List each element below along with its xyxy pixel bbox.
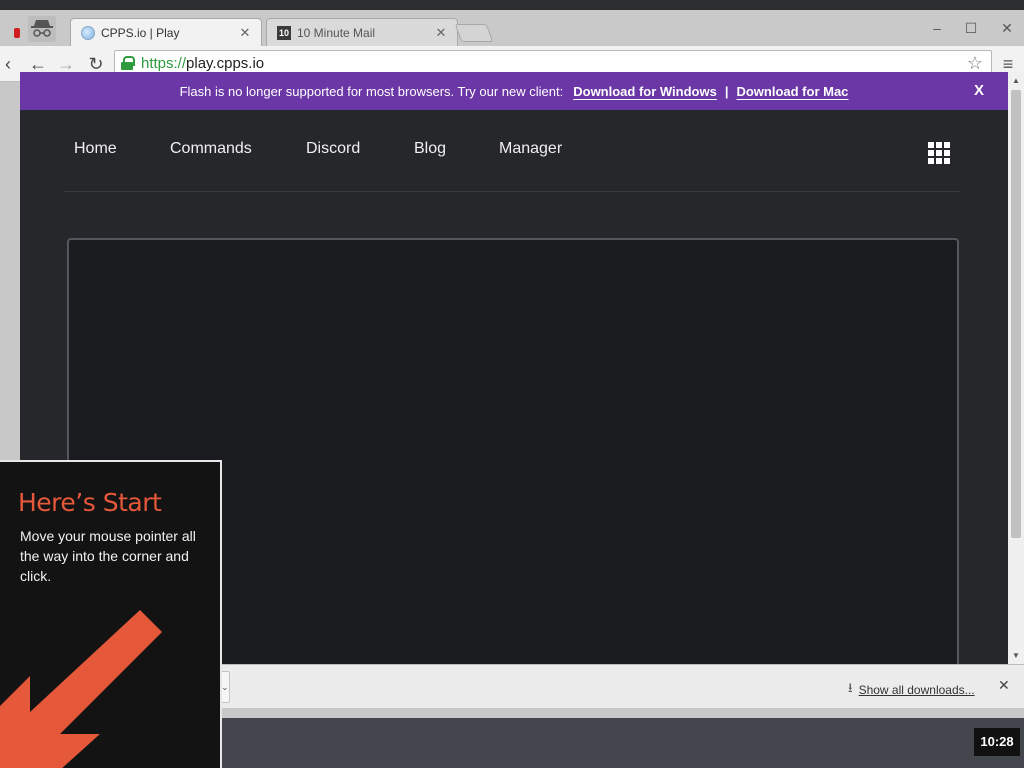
banner-close-button[interactable]: X <box>974 82 984 99</box>
new-tab-button[interactable] <box>454 24 494 42</box>
download-icon: ⭳ <box>848 680 853 695</box>
ten-minute-mail-favicon-icon: 10 <box>277 25 291 40</box>
desktop-top-edge <box>0 0 1024 10</box>
tab-close-icon[interactable]: ✕ <box>237 25 253 41</box>
tab-title: 10 Minute Mail <box>297 25 376 40</box>
url-host: play.cpps.io <box>186 54 265 72</box>
site-navigation: Home Commands Discord Blog Manager <box>64 110 960 192</box>
background-window-edge <box>0 24 22 44</box>
back-peek-icon: ‹ <box>5 54 11 74</box>
incognito-icon <box>28 16 56 42</box>
tab-cpps-play[interactable]: CPPS.io | Play ✕ <box>70 18 262 46</box>
scroll-up-arrow-icon[interactable]: ▲ <box>1012 76 1020 85</box>
cpps-favicon-icon <box>81 25 95 40</box>
flash-notice-banner: Flash is no longer supported for most br… <box>20 72 1008 110</box>
nav-item-blog[interactable]: Blog <box>414 140 446 158</box>
scrollbar-thumb[interactable] <box>1011 90 1021 538</box>
tab-strip: CPPS.io | Play ✕ 10 10 Minute Mail ✕ – ☐… <box>0 10 1024 46</box>
maximize-button[interactable]: ☐ <box>956 18 986 38</box>
nav-item-discord[interactable]: Discord <box>306 140 360 158</box>
show-all-downloads-label: Show all downloads... <box>858 683 975 697</box>
tab-close-icon[interactable]: ✕ <box>433 25 449 41</box>
close-window-button[interactable]: ✕ <box>992 18 1022 38</box>
nav-item-home[interactable]: Home <box>74 140 117 158</box>
download-mac-link[interactable]: Download for Mac <box>736 84 848 99</box>
nav-item-commands[interactable]: Commands <box>170 140 252 158</box>
show-all-downloads-link[interactable]: ⭳ Show all downloads... <box>848 679 975 701</box>
downloads-close-button[interactable]: ✕ <box>998 677 1010 694</box>
nav-item-manager[interactable]: Manager <box>499 140 562 158</box>
start-tip-title: Here’s Start <box>18 488 162 517</box>
banner-separator: | <box>724 83 729 99</box>
download-windows-link[interactable]: Download for Windows <box>573 84 717 99</box>
chevron-down-icon[interactable]: ⌄ <box>221 682 229 693</box>
taskbar-clock[interactable]: 10:28 <box>974 728 1020 756</box>
bookmark-star-icon[interactable]: ☆ <box>967 53 983 74</box>
minimize-button[interactable]: – <box>922 18 952 38</box>
url-scheme: https:// <box>141 54 187 72</box>
lock-icon <box>121 56 135 70</box>
apps-grid-icon[interactable] <box>928 142 950 164</box>
tab-title: CPPS.io | Play <box>101 25 180 40</box>
corner-arrow-icon <box>0 610 162 768</box>
start-tip-body: Move your mouse pointer all the way into… <box>20 528 196 584</box>
vertical-scrollbar[interactable]: ▲ ▼ <box>1008 72 1024 664</box>
scroll-down-arrow-icon[interactable]: ▼ <box>1012 651 1020 660</box>
start-tip-popup: Here’s Start Move your mouse pointer all… <box>0 460 222 768</box>
tab-10-minute-mail[interactable]: 10 10 Minute Mail ✕ <box>266 18 458 46</box>
banner-message: Flash is no longer supported for most br… <box>179 83 564 99</box>
